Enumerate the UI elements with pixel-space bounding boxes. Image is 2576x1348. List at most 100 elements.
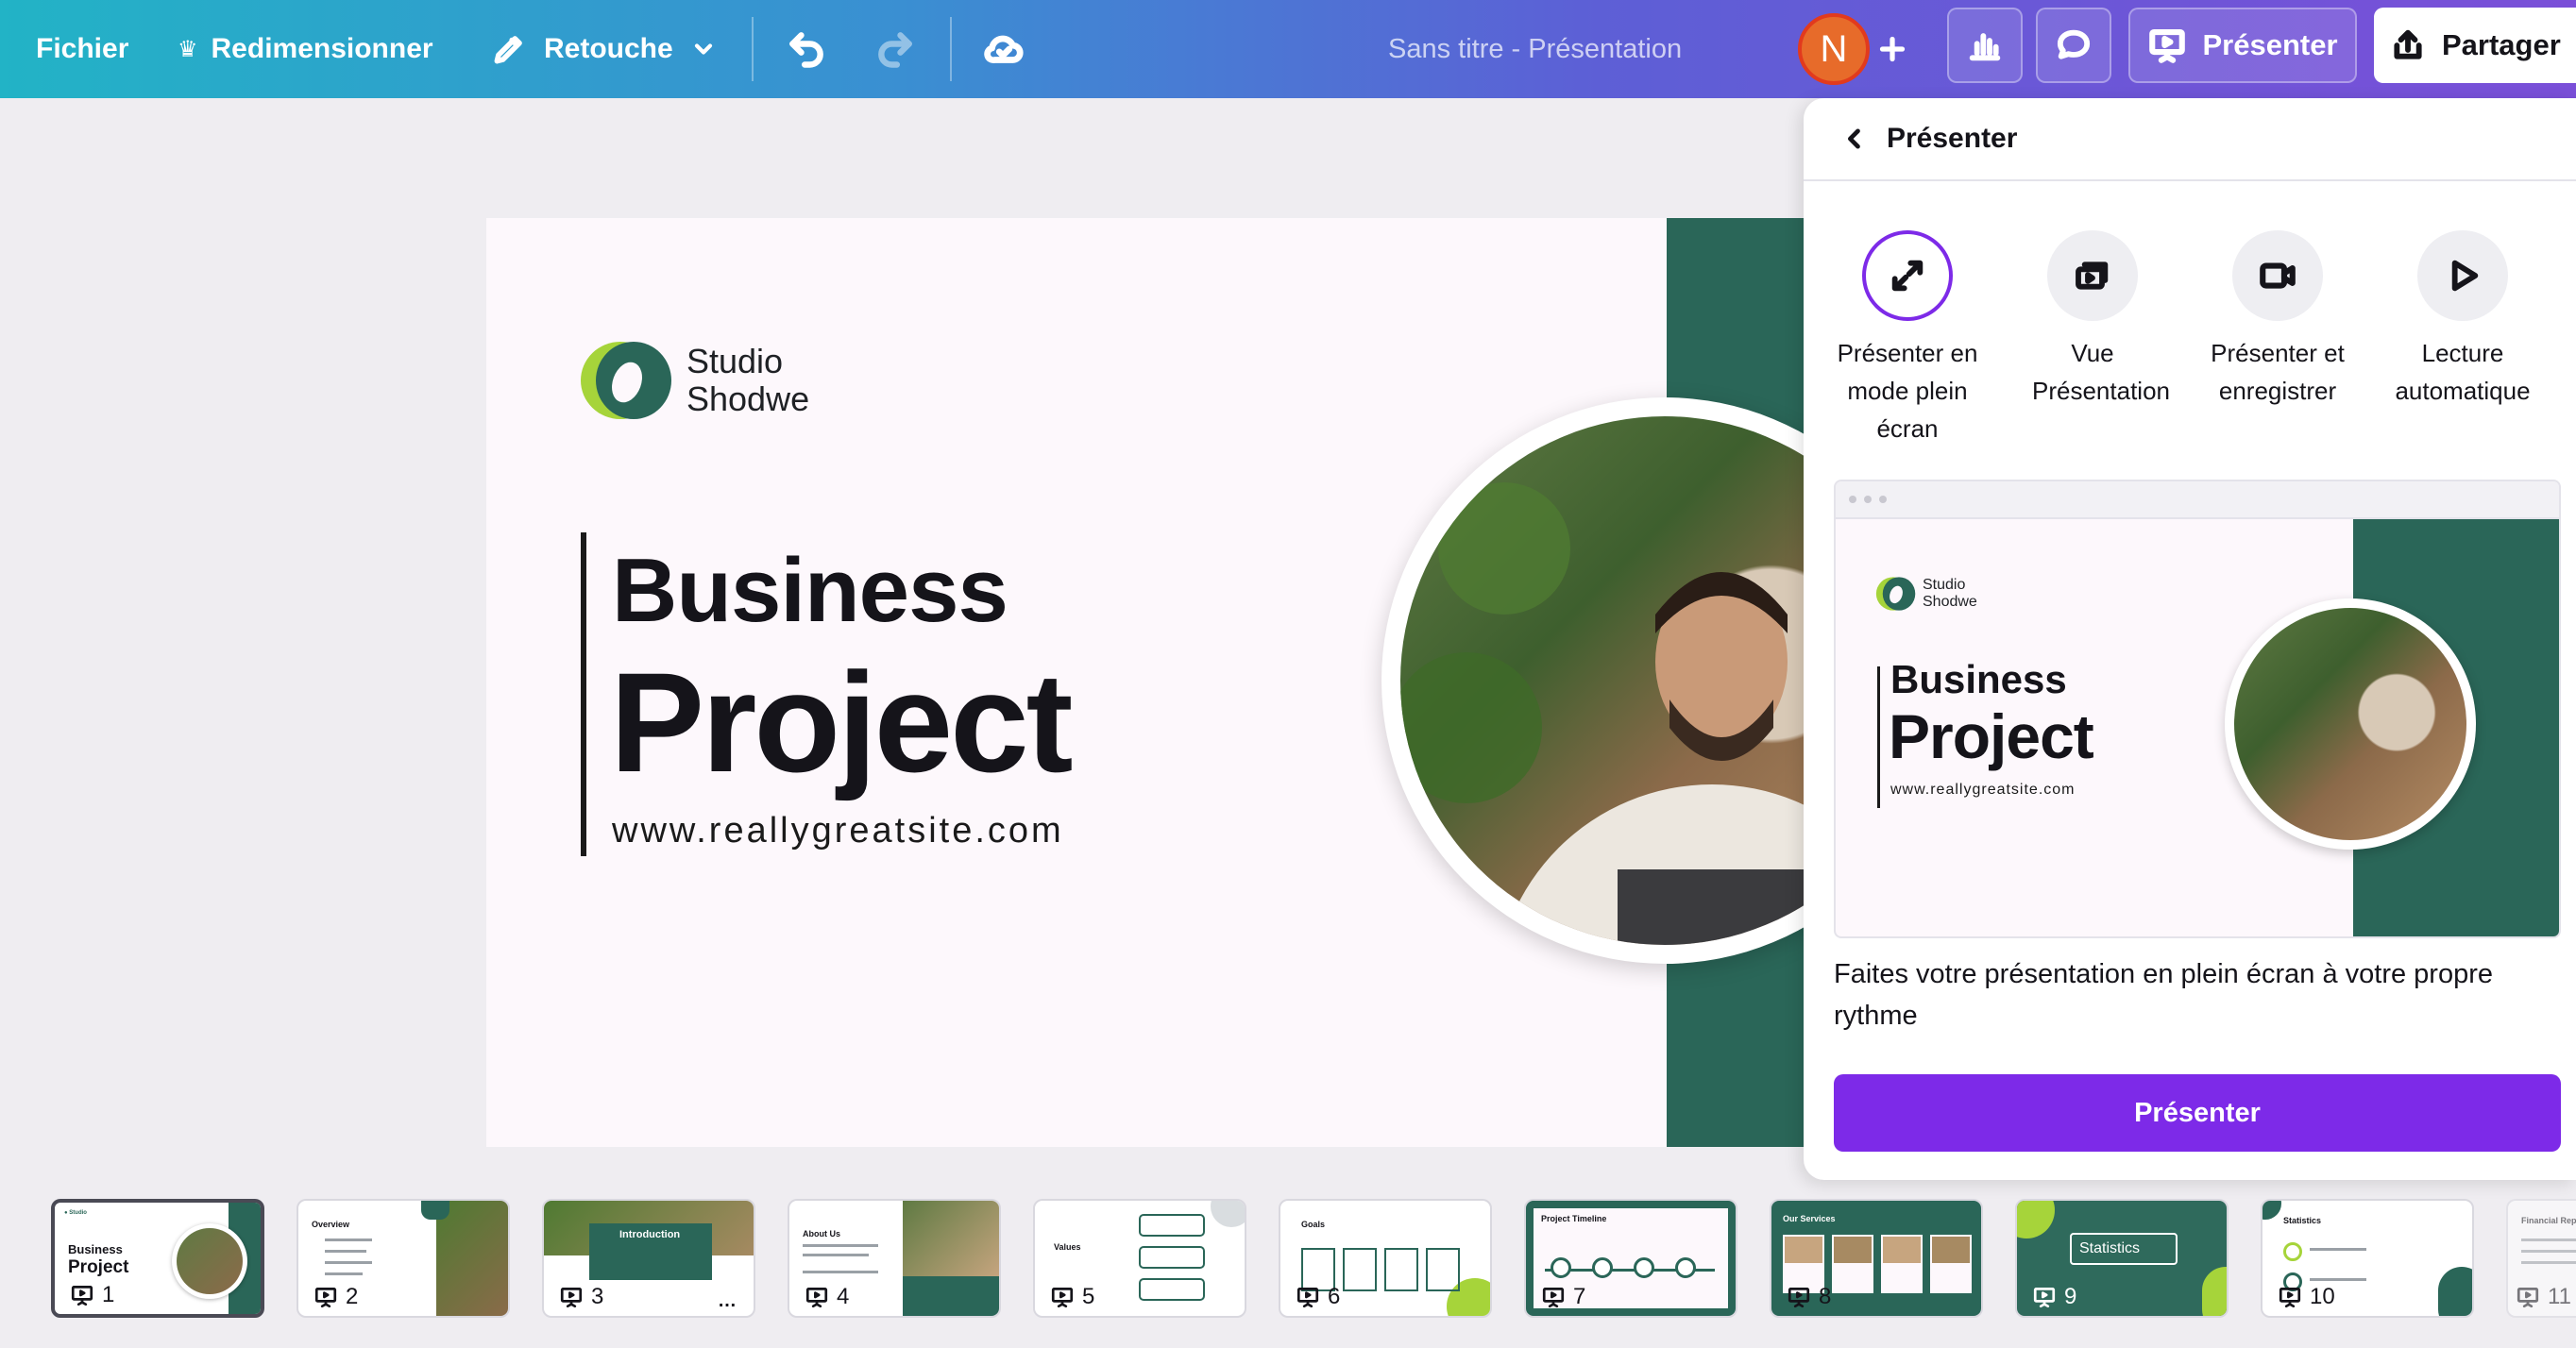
logo-mark: [579, 339, 675, 422]
thumbnail-slide-3[interactable]: Introduction 3 …: [542, 1199, 755, 1318]
avatar[interactable]: N: [1798, 13, 1870, 85]
thumbnail-title: Project: [68, 1257, 129, 1277]
cloud-save-button[interactable]: [982, 0, 1025, 98]
top-toolbar: Fichier ♛ Redimensionner Retouche Sans t…: [0, 0, 2576, 98]
slide-title-line2[interactable]: Project: [610, 641, 1074, 804]
expand-arrows-icon: [1862, 230, 1953, 321]
redo-button[interactable]: [874, 0, 916, 98]
document-title[interactable]: Sans titre - Présentation: [1388, 0, 1682, 98]
slide-canvas[interactable]: Studio Shodwe Business Project www.reall…: [486, 218, 1808, 1147]
file-menu-label: Fichier: [36, 33, 129, 64]
thumbnail-slide-2[interactable]: Overview 2: [297, 1199, 510, 1318]
thumbnail-slide-6[interactable]: Goals 6: [1279, 1199, 1492, 1318]
thumbnail-slide-5[interactable]: Values 5: [1033, 1199, 1246, 1318]
presentation-icon: [2279, 1287, 2301, 1308]
comment-icon: [2055, 26, 2093, 64]
presentation-icon: [1296, 1287, 1319, 1308]
thumbnail-title: Introduction: [619, 1229, 681, 1240]
option-present-and-record[interactable]: Présenter et enregistrer: [2185, 230, 2370, 410]
preview-title-line2: Project: [1889, 701, 2094, 771]
share-button[interactable]: Partager: [2374, 8, 2576, 83]
add-collaborator-button[interactable]: [1875, 0, 1909, 98]
present-button[interactable]: Présenter: [2128, 8, 2357, 83]
thumbnail-title: Business: [68, 1242, 123, 1256]
file-menu[interactable]: Fichier: [36, 0, 128, 98]
preview-accent-bar: [1877, 666, 1880, 808]
slide-website[interactable]: www.reallygreatsite.com: [612, 811, 1064, 851]
thumbnail-slide-8[interactable]: Our Services 8: [1770, 1199, 1983, 1318]
present-button-label: Présenter: [2202, 28, 2338, 61]
thumbnail-slide-10[interactable]: Statistics 10: [2261, 1199, 2474, 1318]
slide-title-line1[interactable]: Business: [612, 539, 1008, 643]
cloud-check-icon: [982, 27, 1025, 71]
presentation-icon: [1788, 1287, 1810, 1308]
option-presenter-view[interactable]: Vue Présentation: [2000, 230, 2185, 410]
comments-button[interactable]: [2036, 8, 2111, 83]
photo-frame[interactable]: [1381, 397, 1808, 964]
panel-title: Présenter: [1887, 123, 2018, 154]
thumbnail-number: 7: [1541, 1284, 1585, 1310]
thumbnail-slide-11[interactable]: Financial Report 11: [2506, 1199, 2576, 1318]
preview-photo-frame: [2225, 598, 2476, 850]
presentation-icon: [1051, 1287, 1074, 1308]
plus-icon: [1875, 32, 1909, 66]
thumbnail-title: Overview: [312, 1220, 350, 1229]
option-label: Lecture automatique: [2395, 339, 2531, 405]
thumbnail-number: 4: [805, 1284, 849, 1310]
insights-button[interactable]: [1947, 8, 2023, 83]
preview-photo: [2234, 608, 2466, 840]
portrait-photo: [1400, 416, 1808, 945]
more-options-icon[interactable]: …: [718, 1290, 737, 1312]
bar-chart-icon: [1966, 26, 2004, 64]
resize-button[interactable]: ♛ Redimensionner: [178, 0, 433, 98]
redo-icon: [874, 28, 916, 70]
undo-icon: [786, 28, 827, 70]
presentation-icon: [1542, 1287, 1565, 1308]
preview-title-line1: Business: [1890, 657, 2067, 701]
presentation-icon: [2033, 1287, 2056, 1308]
toolbar-divider: [752, 17, 754, 81]
thumbnail-title: Goals: [1301, 1220, 1326, 1229]
panel-header: Présenter: [1804, 98, 2576, 181]
studio-logo: Studio Shodwe: [579, 339, 809, 422]
thumbnail-title: Our Services: [1783, 1214, 1836, 1223]
thumbnail-number: 6: [1296, 1284, 1340, 1310]
preview-logo: Studio Shodwe: [1875, 576, 1977, 612]
presentation-icon: [314, 1287, 337, 1308]
upload-icon: [2389, 26, 2442, 64]
presentation-icon: [2517, 1287, 2539, 1308]
option-label: Présenter et enregistrer: [2211, 339, 2345, 405]
preview-window-bar: [1836, 481, 2559, 519]
logo-line1: Studio: [686, 342, 784, 380]
thumbnail-title: About Us: [803, 1229, 840, 1238]
thumbnail-title: Project Timeline: [1541, 1214, 1607, 1223]
presenter-view-icon: [2047, 230, 2138, 321]
thumbnail-number: 8: [1787, 1284, 1831, 1310]
preview-logo-line1: Studio: [1923, 577, 1966, 593]
back-chevron-icon[interactable]: [1841, 126, 1868, 152]
chevron-down-icon: [690, 36, 717, 62]
option-fullscreen[interactable]: Présenter en mode plein écran: [1815, 230, 2000, 447]
option-label: Vue Présentation: [2032, 339, 2170, 405]
thumbnail-slide-9[interactable]: Statistics 9: [2015, 1199, 2229, 1318]
pencil-icon: [491, 31, 527, 67]
edit-mode-button[interactable]: Retouche: [491, 0, 717, 98]
thumbnail-slide-1[interactable]: ● Studio Business Project 1: [51, 1199, 264, 1318]
option-autoplay[interactable]: Lecture automatique: [2370, 230, 2555, 410]
presentation-icon: [2147, 25, 2187, 65]
thumbnail-title: Values: [1054, 1242, 1081, 1252]
slide-preview: Studio Shodwe Business Project www.reall…: [1834, 480, 2561, 938]
title-accent-bar: [581, 532, 586, 856]
start-present-button[interactable]: Présenter: [1834, 1074, 2561, 1152]
thumbnail-title: Statistics: [2283, 1216, 2322, 1225]
play-icon: [2417, 230, 2508, 321]
thumbnail-slide-4[interactable]: About Us 4: [788, 1199, 1001, 1318]
thumbnail-title: Financial Report: [2521, 1216, 2576, 1225]
toolbar-divider: [950, 17, 952, 81]
thumbnail-slide-7[interactable]: Project Timeline 7: [1524, 1199, 1737, 1318]
thumbnail-number: 1: [70, 1282, 114, 1308]
thumbnail-number: 9: [2032, 1284, 2076, 1310]
resize-label: Redimensionner: [211, 33, 433, 64]
undo-button[interactable]: [786, 0, 827, 98]
logo-line2: Shodwe: [686, 379, 810, 418]
